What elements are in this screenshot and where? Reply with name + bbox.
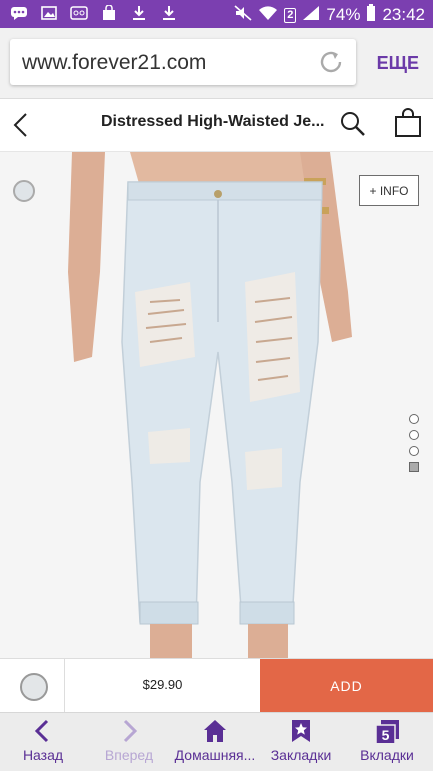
nav-bookmarks-label: Закладки [270,747,332,763]
signal-icon [302,5,320,26]
url-bar[interactable]: www.forever21.com [10,39,356,85]
nav-back[interactable]: Назад [0,719,86,763]
url-text[interactable]: www.forever21.com [22,51,206,75]
more-menu-button[interactable]: ЕЩЕ [377,53,419,74]
image-dot[interactable] [409,414,419,424]
shopping-bag-icon[interactable] [394,108,422,138]
browser-bottom-nav: Назад Вперед Домашняя... Закладки 5 Вкла… [0,712,433,771]
product-image[interactable]: + INFO [0,152,433,658]
nav-home-label: Домашняя... [174,747,256,763]
search-icon[interactable] [340,111,366,137]
clock: 23:42 [382,5,425,24]
info-button[interactable]: + INFO [359,175,419,206]
reload-icon[interactable] [318,49,344,75]
add-button[interactable]: ADD [260,659,433,713]
chevron-left-icon [34,719,49,743]
nav-bookmarks[interactable]: Закладки [258,719,344,763]
sim-indicator: 2 [284,7,297,23]
shopping-bag-icon [100,5,118,21]
mute-icon [234,4,252,26]
add-to-bag-bar: $29.90 ADD [0,658,433,713]
nav-home[interactable]: Домашняя... [172,719,258,763]
jeans-illustration [68,152,352,658]
battery-icon [366,4,376,26]
product-title: Distressed High-Waisted Je... [101,113,325,130]
status-bar: 2 74% 23:42 [0,0,433,28]
wifi-icon [258,5,278,26]
tabs-count: 5 [382,727,390,743]
voicemail-icon [70,5,88,21]
color-swatch[interactable] [13,180,35,202]
nav-back-label: Назад [22,747,64,763]
chat-icon [10,5,28,21]
image-dot[interactable] [409,446,419,456]
nav-forward-label: Вперед [104,747,154,763]
download-icon [130,5,148,21]
image-dot-active[interactable] [409,462,419,472]
product-header: Distressed High-Waisted Je... [0,99,433,152]
nav-forward[interactable]: Вперед [86,719,172,763]
product-price: $29.90 [142,677,183,692]
battery-percent: 74% [326,5,361,24]
browser-toolbar: www.forever21.com ЕЩЕ [0,28,433,99]
download-icon [160,5,178,21]
nav-tabs[interactable]: 5 Вкладки [344,719,430,763]
bookmark-star-icon [292,720,310,742]
chevron-right-icon [123,719,138,743]
image-icon [40,5,58,21]
home-icon [204,720,226,742]
tabs-icon: 5 [375,720,399,743]
nav-tabs-label: Вкладки [360,747,414,763]
back-arrow-icon[interactable] [10,111,34,139]
image-dot[interactable] [409,430,419,440]
image-pagination [409,414,419,472]
selected-color-swatch[interactable] [20,673,48,701]
